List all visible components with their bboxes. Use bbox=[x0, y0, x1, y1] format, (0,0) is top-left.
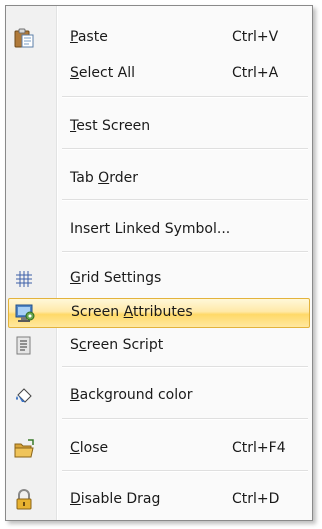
menu-item-label: Close bbox=[70, 440, 109, 456]
menu-item-label: Disable Drag bbox=[70, 491, 161, 507]
menu-item-grid-settings[interactable]: Grid Settings bbox=[8, 264, 310, 294]
menu-item-insert-linked-symbol[interactable]: Insert Linked Symbol... bbox=[8, 215, 310, 245]
grid-icon bbox=[13, 268, 35, 290]
menu-separator bbox=[62, 148, 308, 150]
menu-separator bbox=[62, 96, 308, 98]
menu-item-label: Paste bbox=[70, 29, 108, 45]
context-menu: Paste Ctrl+V Select All Ctrl+A Test Scre… bbox=[5, 5, 313, 521]
menu-separator bbox=[62, 366, 308, 368]
paint-bucket-icon bbox=[13, 385, 35, 407]
menu-item-label: Tab Order bbox=[70, 170, 138, 186]
menu-item-paste[interactable]: Paste Ctrl+V bbox=[8, 23, 310, 53]
screen-attributes-icon bbox=[14, 302, 36, 324]
menu-item-select-all[interactable]: Select All Ctrl+A bbox=[8, 59, 310, 89]
lock-icon bbox=[13, 489, 35, 511]
menu-item-background-color[interactable]: Background color bbox=[8, 381, 310, 411]
menu-item-label: Screen Script bbox=[70, 337, 164, 353]
clipboard-paste-icon bbox=[13, 27, 35, 49]
menu-item-disable-drag[interactable]: Disable Drag Ctrl+D bbox=[8, 485, 310, 515]
menu-separator bbox=[62, 470, 308, 472]
menu-separator bbox=[62, 251, 308, 253]
menu-item-label: Screen Attributes bbox=[71, 304, 193, 320]
menu-item-shortcut: Ctrl+F4 bbox=[232, 440, 286, 456]
menu-item-screen-script[interactable]: Screen Script bbox=[8, 331, 310, 361]
menu-item-test-screen[interactable]: Test Screen bbox=[8, 112, 310, 142]
folder-close-icon bbox=[13, 438, 35, 460]
menu-item-label: Select All bbox=[70, 65, 135, 81]
menu-item-screen-attributes[interactable]: Screen Attributes bbox=[8, 298, 310, 328]
menu-separator bbox=[62, 199, 308, 201]
menu-item-shortcut: Ctrl+D bbox=[232, 491, 280, 507]
menu-item-label: Insert Linked Symbol... bbox=[70, 221, 231, 237]
menu-item-shortcut: Ctrl+A bbox=[232, 65, 279, 81]
menu-item-label: Test Screen bbox=[70, 118, 151, 134]
menu-item-tab-order[interactable]: Tab Order bbox=[8, 164, 310, 194]
menu-item-label: Background color bbox=[70, 387, 193, 403]
script-icon bbox=[13, 335, 35, 357]
menu-item-close[interactable]: Close Ctrl+F4 bbox=[8, 434, 310, 464]
menu-item-label: Grid Settings bbox=[70, 270, 162, 286]
menu-item-shortcut: Ctrl+V bbox=[232, 29, 279, 45]
menu-separator bbox=[62, 418, 308, 420]
